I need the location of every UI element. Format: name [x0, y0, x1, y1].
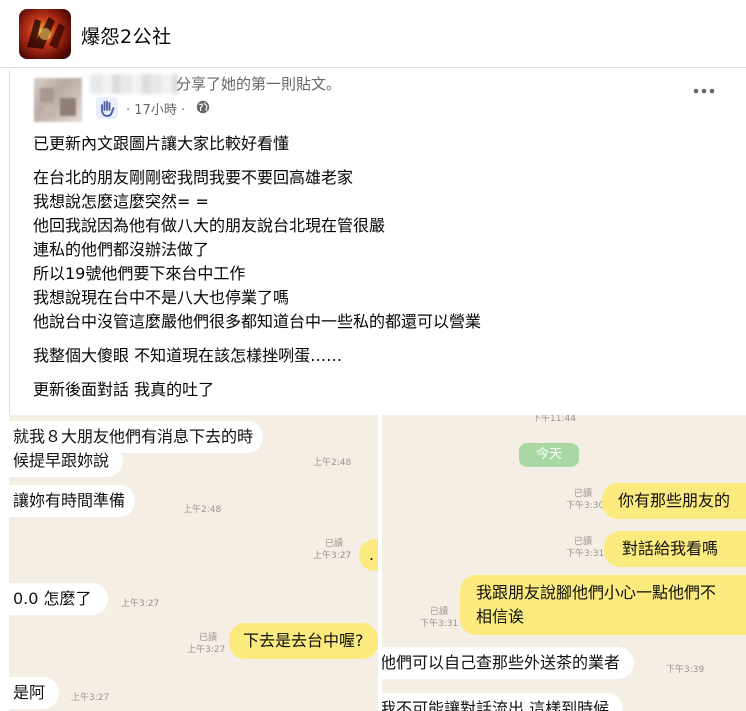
chat-bubble: 讓妳有時間準備	[9, 485, 136, 517]
chat-bubble: .	[359, 539, 378, 571]
chat-read: 已讀	[574, 537, 593, 547]
chat-time: 上午2:48	[313, 458, 352, 468]
author-avatar-blurred[interactable]	[34, 78, 82, 122]
meta-separator: ·	[126, 103, 131, 118]
post-body: 已更新內文跟圖片讓大家比較好看懂 在台北的朋友剛剛密我問我要不要回高雄老家 我想…	[33, 132, 733, 402]
post-line-4: 他回我說因為他有做八大的朋友說台北現在管很嚴	[33, 216, 386, 235]
chat-read: 已讀	[574, 489, 593, 499]
chat-bubble: 我不可能讓對話流出 這樣到時候	[382, 693, 624, 711]
chat-bubble: 我跟朋友說腳他們小心一點他們不	[460, 575, 746, 605]
post-line-5: 連私的他們都沒辦法做了	[33, 240, 210, 259]
group-header: 爆怨2公社	[0, 0, 746, 68]
chat-screenshot-left[interactable]: 就我８大朋友他們有消息下去的時 候提早跟妳說 上午2:48 讓妳有時間準備 上午…	[9, 415, 378, 711]
chat-read: 已讀	[325, 539, 344, 549]
chat-time: 上午3:27	[121, 599, 160, 609]
chat-read: 已讀	[430, 607, 449, 617]
group-name[interactable]: 爆怨2公社	[81, 22, 172, 49]
post-line-8: 他說台中沒管這麼嚴他們很多都知道台中一些私的都還可以營業	[33, 312, 482, 331]
post-line-10: 更新後面對話 我真的吐了	[33, 380, 215, 399]
post-line-1: 已更新內文跟圖片讓大家比較好看懂	[33, 134, 290, 153]
group-logo-art	[27, 17, 65, 49]
chat-bubble: 對話給我看嗎	[604, 531, 746, 567]
post-line-2: 在台北的朋友剛剛密我問我要不要回高雄老家	[33, 168, 354, 187]
chat-read: 已讀	[199, 633, 218, 643]
chat-time: 下午3:31	[420, 619, 459, 629]
chat-time: 下午3:30	[566, 501, 605, 511]
chat-time: 上午2:48	[183, 505, 222, 515]
chat-bubble: 他們可以自己查那些外送茶的業者	[382, 647, 635, 679]
post-line-9: 我整個大傻眼 不知道現在該怎樣挫咧蛋……	[33, 346, 343, 365]
chat-time: 上午3:27	[187, 645, 226, 655]
post-timestamp[interactable]: 17小時	[134, 103, 177, 118]
date-divider-today: 今天	[519, 443, 579, 467]
chat-bubble: 相信诶	[460, 605, 746, 635]
chat-time: 下午3:31	[566, 549, 605, 559]
chat-screenshot-right[interactable]: 下午11:44 今天 已讀 下午3:30 你有那些朋友的 已讀 下午3:31 對…	[382, 415, 746, 711]
post-line-6: 所以19號他們要下來台中工作	[33, 264, 246, 283]
post-time[interactable]: · 17小時 ·	[126, 99, 185, 118]
chat-bubble: 是阿	[9, 677, 60, 709]
shared-post-text: 分享了她的第一則貼文。	[176, 75, 342, 93]
more-options-icon[interactable]	[692, 84, 716, 98]
chat-bubble: 下去是去台中喔?	[229, 623, 378, 659]
chat-time: 下午3:39	[666, 665, 705, 675]
chat-time: 上午3:27	[313, 551, 352, 561]
chat-bubble: 0.0 怎麼了	[9, 583, 108, 615]
globe-icon[interactable]	[196, 100, 210, 114]
author-name-blurred[interactable]	[90, 74, 178, 94]
chat-bubble: 你有那些朋友的	[602, 483, 746, 519]
hand-wave-icon	[96, 97, 118, 119]
chat-time: 上午3:27	[71, 693, 110, 703]
meta-separator-2: ·	[180, 103, 186, 118]
chat-bubble: 候提早跟妳說	[9, 445, 124, 477]
post-line-3: 我想說怎麼這麼突然= =	[33, 192, 209, 211]
post-line-7: 我想說現在台中不是八大也停業了嗎	[33, 288, 290, 307]
chat-time: 下午11:44	[532, 415, 576, 424]
group-logo[interactable]	[19, 9, 71, 59]
